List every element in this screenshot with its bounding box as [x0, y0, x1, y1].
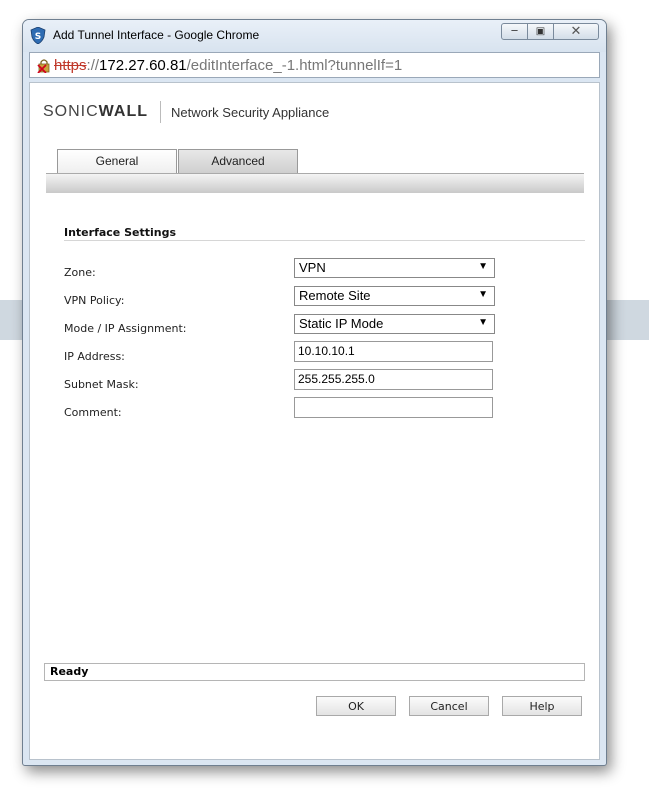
ip-address-input[interactable]: 10.10.10.1	[294, 341, 493, 362]
brand-header: SONICWALL Network Security Appliance	[43, 101, 329, 123]
help-button[interactable]: Help	[502, 696, 582, 716]
window-controls: ─ ▣ ✕	[501, 23, 599, 40]
minimize-icon: ─	[511, 26, 518, 37]
tab-general[interactable]: General	[57, 149, 177, 173]
tab-strip: General Advanced	[57, 149, 298, 173]
dropdown-arrow-icon: ▼	[478, 261, 488, 272]
url-scheme: https	[54, 56, 87, 74]
restore-button[interactable]: ▣	[527, 23, 554, 40]
vpn-policy-label: VPN Policy:	[64, 294, 125, 307]
dropdown-arrow-icon: ▼	[478, 317, 488, 328]
desktop-strip-right	[600, 300, 649, 340]
title-bar[interactable]: S Add Tunnel Interface - Google Chrome ─…	[23, 20, 606, 52]
close-button[interactable]: ✕	[553, 23, 599, 40]
logo-sonic: SONIC	[43, 103, 99, 120]
logo-wall: WALL	[98, 103, 148, 120]
url-separator: ://	[86, 56, 100, 74]
vpn-policy-value: Remote Site	[299, 288, 371, 303]
browser-popup-window: S Add Tunnel Interface - Google Chrome ─…	[22, 19, 607, 766]
desktop-strip-left	[0, 300, 24, 340]
comment-input[interactable]	[294, 397, 493, 418]
brand-divider	[160, 101, 161, 123]
sonicwall-logo: SONICWALL	[43, 103, 148, 121]
dropdown-arrow-icon: ▼	[478, 289, 488, 300]
ok-button[interactable]: OK	[316, 696, 396, 716]
url-path: /editInterface_-1.html?tunnelIf=1	[186, 56, 403, 74]
comment-label: Comment:	[64, 406, 122, 419]
svg-text:S: S	[35, 32, 41, 42]
zone-label: Zone:	[64, 266, 96, 279]
section-divider	[64, 240, 585, 241]
subnet-mask-input[interactable]: 255.255.255.0	[294, 369, 493, 390]
ip-address-label: IP Address:	[64, 350, 125, 363]
zone-select[interactable]: VPN ▼	[294, 258, 495, 278]
mode-value: Static IP Mode	[299, 316, 384, 331]
subnet-mask-label: Subnet Mask:	[64, 378, 139, 391]
minimize-button[interactable]: ─	[501, 23, 528, 40]
zone-value: VPN	[299, 260, 326, 275]
address-bar[interactable]: https://172.27.60.81/editInterface_-1.ht…	[29, 52, 600, 78]
status-bar: Ready	[44, 663, 585, 681]
restore-icon: ▣	[535, 26, 546, 37]
window-title: Add Tunnel Interface - Google Chrome	[53, 28, 260, 42]
tab-advanced[interactable]: Advanced	[178, 149, 298, 173]
product-name: Network Security Appliance	[171, 104, 330, 120]
vpn-policy-select[interactable]: Remote Site ▼	[294, 286, 495, 306]
cancel-button[interactable]: Cancel	[409, 696, 489, 716]
insecure-lock-icon	[37, 59, 50, 73]
mode-label: Mode / IP Assignment:	[64, 322, 187, 335]
section-title: Interface Settings	[64, 226, 177, 239]
close-icon: ✕	[570, 24, 582, 39]
url-host: 172.27.60.81	[99, 56, 187, 74]
chrome-shield-icon: S	[30, 27, 46, 44]
page-content: SONICWALL Network Security Appliance Gen…	[29, 82, 600, 760]
tab-panel-header	[46, 173, 584, 193]
mode-select[interactable]: Static IP Mode ▼	[294, 314, 495, 334]
